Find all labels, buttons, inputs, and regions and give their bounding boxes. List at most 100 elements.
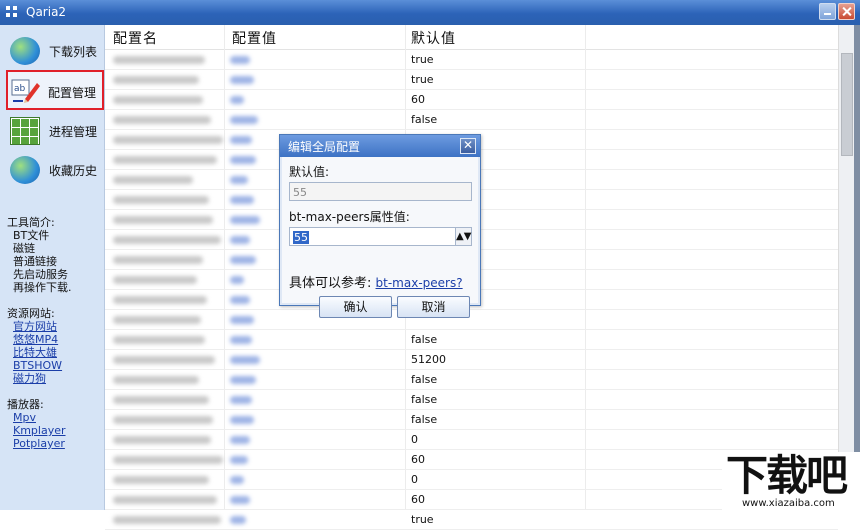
default-value-cell: true (411, 513, 434, 526)
default-value-cell: true (411, 73, 434, 86)
default-value-cell: 60 (411, 93, 425, 106)
sidebar-item-download-list[interactable]: 下载列表 (4, 33, 103, 69)
config-name-cell (113, 376, 199, 384)
attr-value-text: 55 (293, 231, 309, 244)
table-row[interactable]: false (105, 110, 838, 130)
config-value-cell (230, 496, 250, 504)
close-button[interactable] (838, 3, 855, 20)
sidebar-item-process-management[interactable]: 进程管理 (4, 113, 103, 149)
config-value-cell (230, 296, 250, 304)
player-link[interactable]: Mpv (13, 411, 66, 424)
config-value-cell (230, 476, 244, 484)
config-value-cell (230, 196, 254, 204)
dialog-close-button[interactable]: ✕ (460, 138, 476, 154)
config-name-cell (113, 276, 197, 284)
default-value-cell: 0 (411, 473, 418, 486)
scrollbar-thumb[interactable] (841, 53, 853, 156)
attr-value-input[interactable]: 55 (289, 227, 456, 246)
config-name-cell (113, 56, 205, 64)
resource-link[interactable]: 磁力狗 (13, 372, 62, 385)
config-name-cell (113, 156, 217, 164)
config-name-cell (113, 196, 209, 204)
resource-sites: 资源网站: 官方网站 悠悠MP4 比特大雄 BTSHOW 磁力狗 (7, 307, 62, 385)
grid-table-icon (10, 117, 40, 145)
sidebar-item-favorites-history[interactable]: 收藏历史 (4, 152, 103, 188)
table-row[interactable]: false (105, 410, 838, 430)
window-title: Qaria2 (26, 5, 67, 19)
player-link[interactable]: Potplayer (13, 437, 66, 450)
config-name-cell (113, 116, 211, 124)
sidebar-item-config-management[interactable]: ab 配置管理 (6, 70, 104, 110)
window-border (854, 25, 860, 510)
default-value-cell: false (411, 393, 438, 406)
config-name-cell (113, 76, 199, 84)
globe-upload-icon (10, 156, 40, 184)
reference-text: 具体可以参考: (289, 276, 372, 291)
config-name-cell (113, 496, 217, 504)
table-row[interactable]: true (105, 50, 838, 70)
config-name-cell (113, 136, 223, 144)
config-value-cell (230, 516, 246, 524)
table-row[interactable]: 0 (105, 430, 838, 450)
config-value-cell (230, 76, 254, 84)
table-row[interactable]: false (105, 330, 838, 350)
config-value-cell (230, 96, 244, 104)
table-row[interactable]: true (105, 510, 838, 530)
default-value-field: 55 (289, 182, 472, 201)
value-stepper[interactable]: ▲▼ (455, 227, 472, 246)
reference-link[interactable]: bt-max-peers? (376, 276, 463, 290)
resource-link[interactable]: 悠悠MP4 (13, 333, 62, 346)
default-value-cell: 60 (411, 493, 425, 506)
config-value-cell (230, 336, 252, 344)
config-value-cell (230, 316, 254, 324)
config-value-cell (230, 176, 248, 184)
config-value-cell (230, 416, 254, 424)
sidebar: 下载列表 ab 配置管理 进程管理 收藏历史 工具简介: BT文件 磁链 普通链… (0, 25, 105, 510)
column-header-default[interactable]: 默认值 (411, 28, 456, 48)
players-heading: 播放器: (7, 398, 44, 411)
player-link[interactable]: Kmplayer (13, 424, 66, 437)
sidebar-item-label: 收藏历史 (49, 164, 98, 178)
tool-intro: 工具简介: BT文件 磁链 普通链接 先启动服务 再操作下载. (7, 216, 72, 294)
resources-heading: 资源网站: (7, 307, 55, 320)
dialog-title-bar: 编辑全局配置 ✕ (280, 135, 480, 157)
config-value-cell (230, 236, 250, 244)
minimize-button[interactable] (819, 3, 836, 20)
globe-link-icon (10, 37, 40, 65)
config-name-cell (113, 256, 203, 264)
column-header-value[interactable]: 配置值 (232, 28, 277, 48)
config-name-cell (113, 316, 201, 324)
table-row[interactable]: 51200 (105, 350, 838, 370)
intro-line: 先启动服务 (13, 268, 68, 281)
table-row[interactable]: 60 (105, 90, 838, 110)
config-name-cell (113, 476, 209, 484)
table-row[interactable]: false (105, 370, 838, 390)
config-value-cell (230, 136, 252, 144)
watermark-logo: 下载吧 (726, 451, 848, 500)
table-row[interactable]: false (105, 390, 838, 410)
default-value-cell: false (411, 333, 438, 346)
resource-link[interactable]: 官方网站 (13, 320, 62, 333)
title-bar: Qaria2 (0, 0, 860, 25)
table-row[interactable] (105, 310, 838, 330)
confirm-button[interactable]: 确认 (319, 296, 392, 318)
config-value-cell (230, 56, 250, 64)
config-value-cell (230, 156, 256, 164)
column-header-name[interactable]: 配置名 (113, 28, 158, 48)
resource-link[interactable]: 比特大雄 (13, 346, 62, 359)
table-row[interactable]: true (105, 70, 838, 90)
cancel-button[interactable]: 取消 (397, 296, 470, 318)
config-value-cell (230, 456, 248, 464)
default-value-cell: false (411, 373, 438, 386)
dialog-body: 默认值: 55 bt-max-peers属性值: 55 ▲▼ 具体可以参考: b… (282, 157, 478, 318)
config-value-cell (230, 356, 260, 364)
resource-link[interactable]: BTSHOW (13, 359, 62, 372)
sidebar-item-label: 下载列表 (49, 45, 98, 59)
vertical-scrollbar[interactable] (838, 25, 855, 510)
config-name-cell (113, 396, 209, 404)
players: 播放器: Mpv Kmplayer Potplayer (7, 398, 66, 450)
default-value-cell: false (411, 113, 438, 126)
config-value-cell (230, 116, 258, 124)
config-name-cell (113, 236, 221, 244)
config-value-cell (230, 256, 256, 264)
